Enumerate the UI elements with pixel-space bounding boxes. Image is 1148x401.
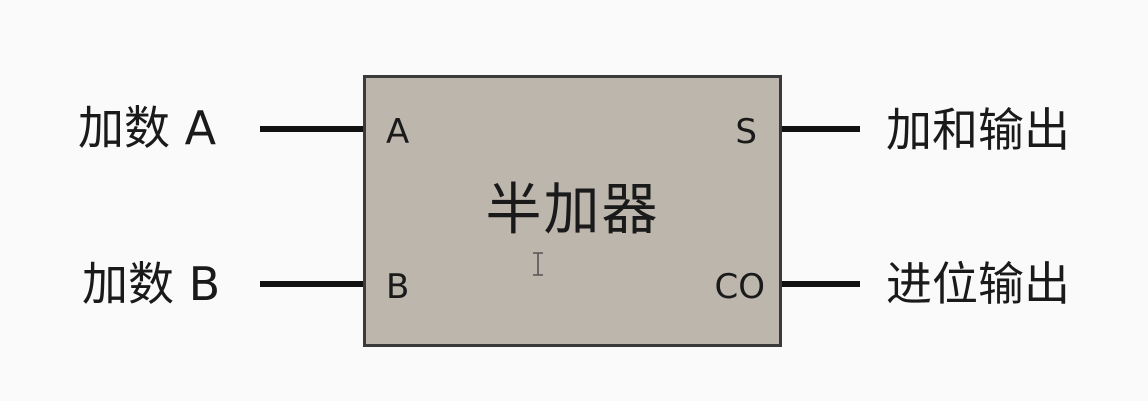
pin-co: CO [714,267,765,307]
pin-b: B [386,267,410,307]
output-co-wire [782,281,860,287]
input-b-wire [260,281,364,287]
output-s-wire [782,126,860,132]
input-a-wire [260,126,364,132]
input-b-label: 加数 B [82,257,221,311]
block-title: 半加器 [485,178,660,243]
text-cursor-icon [533,252,543,276]
pin-a: A [386,112,410,152]
input-a-label: 加数 A [78,101,217,155]
output-sum-label: 加和输出 [886,103,1070,157]
output-carry-label: 进位输出 [886,257,1070,311]
half-adder-block: A B S CO 半加器 [363,75,782,347]
pin-s: S [735,112,757,152]
